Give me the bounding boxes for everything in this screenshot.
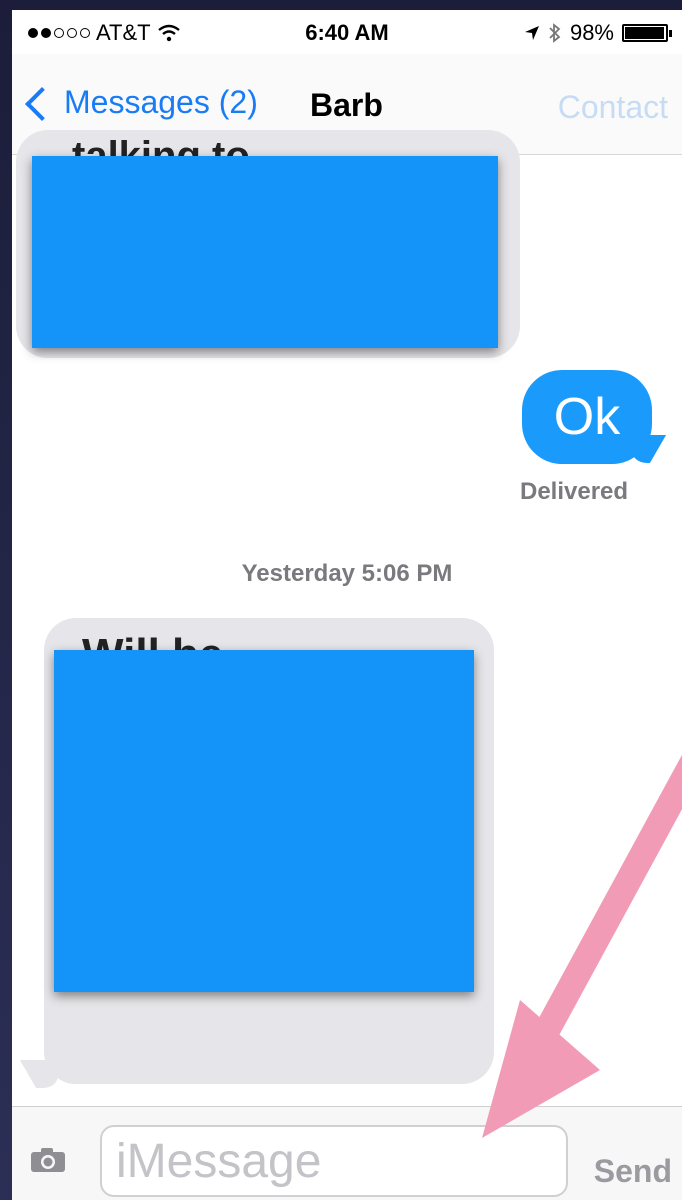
imessage-input[interactable] <box>100 1125 568 1197</box>
battery-percent: 98% <box>569 20 614 45</box>
phone-screen: AT&T 6:40 AM 98% Messages (2) Barb Conta… <box>12 10 682 1200</box>
message-input-bar: Send <box>12 1106 682 1200</box>
sent-message-text: Ok <box>553 388 621 446</box>
redaction-block <box>54 650 474 992</box>
redaction-block <box>32 156 498 348</box>
message-timestamp: Yesterday 5:06 PM <box>241 560 453 587</box>
delivery-status: Delivered <box>520 478 629 505</box>
send-button[interactable]: Send <box>594 1153 672 1190</box>
location-arrow-icon <box>524 26 539 40</box>
back-button-label: Messages (2) <box>64 84 258 120</box>
bluetooth-icon <box>549 23 561 43</box>
sent-message-bubble[interactable]: Ok <box>522 370 652 464</box>
status-bar: AT&T 6:40 AM 98% <box>12 10 682 54</box>
battery-fill <box>625 27 665 39</box>
chevron-left-icon <box>25 86 59 121</box>
status-right: 98% <box>524 20 672 46</box>
camera-icon[interactable] <box>30 1147 66 1173</box>
contact-button[interactable]: Contact <box>558 89 668 126</box>
battery-icon <box>622 24 672 42</box>
conversation-title: Barb <box>310 87 383 123</box>
back-button[interactable]: Messages (2) <box>25 84 258 121</box>
